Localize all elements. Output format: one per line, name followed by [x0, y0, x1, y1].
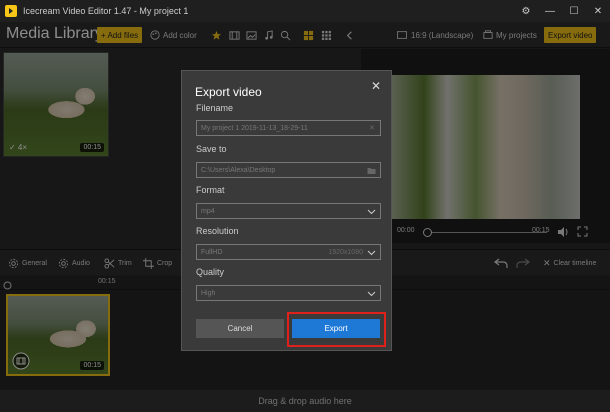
filename-field[interactable]: My project 1 2019-11-13_18-29-11 ✕ — [196, 120, 381, 136]
maximize-button[interactable]: ☐ — [562, 0, 586, 22]
resolution-detail: 1920x1080 — [328, 248, 363, 256]
quality-label: Quality — [196, 267, 225, 277]
chevron-down-icon — [367, 209, 376, 215]
dialog-title: Export video — [195, 85, 262, 99]
dialog-close-icon[interactable]: ✕ — [371, 79, 381, 93]
cancel-button[interactable]: Cancel — [196, 319, 284, 338]
minimize-button[interactable]: — — [538, 0, 562, 22]
resolution-value: FullHD — [201, 248, 223, 256]
chevron-down-icon — [367, 250, 376, 256]
save-to-label: Save to — [196, 144, 227, 154]
folder-icon[interactable] — [367, 166, 376, 175]
resolution-select[interactable]: FullHD 1920x1080 — [196, 244, 381, 260]
format-select[interactable]: mp4 — [196, 203, 381, 219]
title-bar: Icecream Video Editor 1.47 - My project … — [0, 0, 610, 22]
format-label: Format — [196, 185, 225, 195]
export-dialog: Export video ✕ Filename My project 1 201… — [181, 70, 392, 351]
export-button[interactable]: Export — [292, 319, 380, 338]
filename-label: Filename — [196, 103, 234, 113]
close-button[interactable]: ✕ — [586, 0, 610, 22]
save-to-field[interactable]: C:\Users\Alexa\Desktop — [196, 162, 381, 178]
resolution-label: Resolution — [196, 226, 239, 236]
chevron-down-icon — [367, 291, 376, 297]
save-to-value: C:\Users\Alexa\Desktop — [201, 166, 276, 174]
clear-field-icon[interactable]: ✕ — [369, 124, 375, 132]
settings-icon[interactable]: ⚙ — [514, 0, 538, 22]
quality-value: High — [201, 289, 216, 297]
app-logo-icon — [5, 5, 17, 17]
filename-value: My project 1 2019-11-13_18-29-11 — [201, 124, 308, 132]
window-title: Icecream Video Editor 1.47 - My project … — [23, 6, 189, 16]
format-value: mp4 — [201, 207, 215, 215]
quality-select[interactable]: High — [196, 285, 381, 301]
